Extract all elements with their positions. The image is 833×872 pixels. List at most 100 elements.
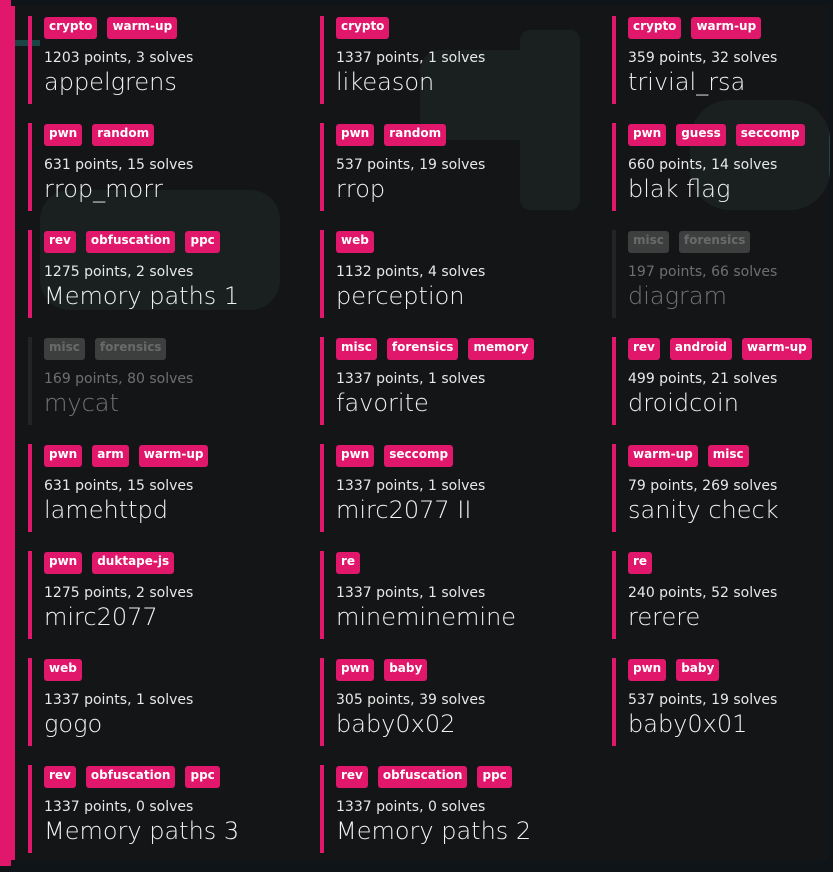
challenge-name: gogo	[44, 710, 103, 738]
challenge-card[interactable]: pwn arm warm-up 631 points, 15 solves lameht…	[28, 444, 320, 532]
challenge-card[interactable]: rev android warm-up 499 points, 21 solves dr…	[612, 337, 818, 425]
challenge-tags: pwn duktape-js	[44, 552, 320, 574]
tag-badge: obfuscation	[85, 231, 176, 253]
challenge-card[interactable]: crypto warm-up 1203 points, 3 solves appelg…	[28, 16, 320, 104]
challenge-points: 1275 points, 2 solves	[44, 264, 194, 280]
challenge-tags: pwn guess seccomp	[628, 124, 818, 146]
challenge-name: favorite	[336, 389, 429, 417]
challenge-name: droidcoin	[628, 389, 739, 417]
tag-badge: obfuscation	[85, 766, 176, 788]
challenge-points: 499 points, 21 solves	[628, 371, 778, 387]
tag-badge: warm-up	[691, 17, 762, 39]
challenge-card[interactable]: rev obfuscation ppc 1275 points, 2 solves Me…	[28, 230, 320, 318]
tag-badge: crypto	[44, 17, 98, 39]
challenge-tags: rev android warm-up	[628, 338, 818, 360]
tag-badge: crypto	[628, 17, 682, 39]
challenge-points: 1337 points, 0 solves	[44, 799, 194, 815]
challenge-name: likeason	[336, 68, 435, 96]
tag-badge: guess	[676, 124, 726, 146]
challenge-points: 359 points, 32 solves	[628, 50, 778, 66]
challenge-tags: pwn baby	[628, 659, 818, 681]
tag-badge: pwn	[336, 659, 375, 681]
challenge-tags: misc forensics	[628, 231, 818, 253]
challenge-tags: crypto	[336, 17, 612, 39]
challenge-points: 1337 points, 0 solves	[336, 799, 486, 815]
challenge-card[interactable]: misc forensics 169 points, 80 solves mycat	[28, 337, 320, 425]
challenge-card[interactable]: pwn random 631 points, 15 solves rrop_morr	[28, 123, 320, 211]
tag-badge: random	[92, 124, 155, 146]
tag-badge: re	[628, 552, 653, 574]
challenge-points: 169 points, 80 solves	[44, 371, 194, 387]
challenge-tags: rev obfuscation ppc	[44, 766, 320, 788]
tag-badge: forensics	[678, 231, 751, 253]
challenge-tags: pwn baby	[336, 659, 612, 681]
challenge-card[interactable]: rev obfuscation ppc 1337 points, 0 solves Me…	[28, 765, 320, 853]
tag-badge: re	[336, 552, 361, 574]
tag-badge: pwn	[336, 445, 375, 467]
tag-badge: arm	[92, 445, 129, 467]
challenge-card[interactable]: pwn duktape-js 1275 points, 2 solves mirc20…	[28, 551, 320, 639]
tag-badge: baby	[676, 659, 720, 681]
challenge-tags: web	[44, 659, 320, 681]
tag-badge: warm-up	[107, 17, 178, 39]
challenge-card[interactable]: re 1337 points, 1 solves mineminemine	[320, 551, 612, 639]
challenge-points: 1132 points, 4 solves	[336, 264, 486, 280]
challenge-grid: crypto warm-up 1203 points, 3 solves appelg…	[28, 16, 818, 872]
challenge-card[interactable]: pwn baby 305 points, 39 solves baby0x02	[320, 658, 612, 746]
challenge-card[interactable]: pwn seccomp 1337 points, 1 solves mirc2077 …	[320, 444, 612, 532]
challenge-card[interactable]: pwn guess seccomp 660 points, 14 solves blak…	[612, 123, 818, 211]
challenge-name: trivial_rsa	[628, 68, 746, 96]
tag-badge: rev	[336, 766, 368, 788]
challenge-card[interactable]: crypto warm-up 359 points, 32 solves trivia…	[612, 16, 818, 104]
challenge-points: 1203 points, 3 solves	[44, 50, 194, 66]
challenge-tags: rev obfuscation ppc	[44, 231, 320, 253]
challenge-name: Memory paths 2	[336, 817, 532, 845]
challenge-card[interactable]: crypto 1337 points, 1 solves likeason	[320, 16, 612, 104]
challenge-tags: pwn arm warm-up	[44, 445, 320, 467]
challenge-name: rrop	[336, 175, 386, 203]
tag-badge: random	[384, 124, 447, 146]
challenge-tags: rev obfuscation ppc	[336, 766, 612, 788]
tag-badge: memory	[468, 338, 534, 360]
challenge-name: mirc2077	[44, 603, 158, 631]
challenge-card[interactable]: re 240 points, 52 solves rerere	[612, 551, 818, 639]
tag-badge: web	[336, 231, 374, 253]
tag-badge: web	[44, 659, 82, 681]
challenge-card[interactable]: pwn baby 537 points, 19 solves baby0x01	[612, 658, 818, 746]
tag-badge: warm-up	[138, 445, 209, 467]
challenge-card[interactable]: web 1337 points, 1 solves gogo	[28, 658, 320, 746]
challenge-name: mineminemine	[336, 603, 517, 631]
challenge-tags: misc forensics memory	[336, 338, 612, 360]
challenge-name: Memory paths 1	[44, 282, 240, 310]
challenge-points: 1337 points, 1 solves	[44, 692, 194, 708]
challenge-name: lamehttpd	[44, 496, 169, 524]
challenge-name: mirc2077 II	[336, 496, 472, 524]
challenge-card[interactable]: warm-up misc 79 points, 269 solves sanity c…	[612, 444, 818, 532]
challenge-card[interactable]: rev obfuscation ppc 1337 points, 0 solves Me…	[320, 765, 612, 853]
challenge-points: 631 points, 15 solves	[44, 157, 194, 173]
challenge-card[interactable]: web 1132 points, 4 solves perception	[320, 230, 612, 318]
challenge-card[interactable]: misc forensics memory 1337 points, 1 solves…	[320, 337, 612, 425]
tag-badge: misc	[628, 231, 669, 253]
challenge-tags: pwn seccomp	[336, 445, 612, 467]
challenge-points: 1337 points, 1 solves	[336, 478, 486, 494]
tag-badge: pwn	[44, 445, 83, 467]
tag-badge: crypto	[336, 17, 390, 39]
challenge-points: 631 points, 15 solves	[44, 478, 194, 494]
challenge-name: baby0x02	[336, 710, 456, 738]
challenge-tags: web	[336, 231, 612, 253]
tag-badge: android	[669, 338, 732, 360]
challenge-points: 1275 points, 2 solves	[44, 585, 194, 601]
challenge-tags: crypto warm-up	[628, 17, 818, 39]
challenge-name: rrop_morr	[44, 175, 163, 203]
challenge-tags: pwn random	[336, 124, 612, 146]
tag-badge: forensics	[94, 338, 167, 360]
challenge-points: 305 points, 39 solves	[336, 692, 486, 708]
tag-badge: baby	[384, 659, 428, 681]
challenge-tags: re	[336, 552, 612, 574]
challenge-card[interactable]: misc forensics 197 points, 66 solves diagra…	[612, 230, 818, 318]
tag-badge: duktape-js	[92, 552, 175, 574]
challenge-name: baby0x01	[628, 710, 748, 738]
challenge-card[interactable]: pwn random 537 points, 19 solves rrop	[320, 123, 612, 211]
tag-badge: misc	[336, 338, 377, 360]
